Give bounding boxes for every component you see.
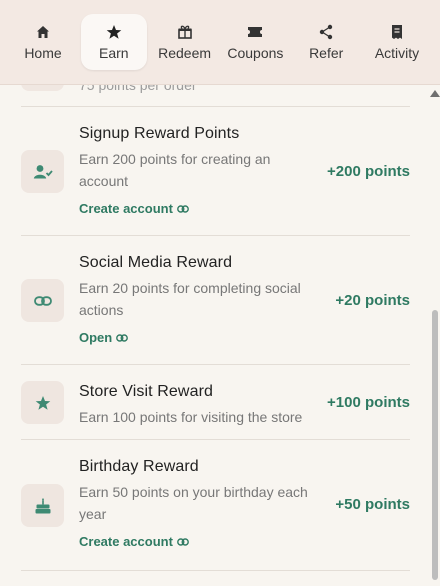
- star-icon: [106, 23, 122, 41]
- reward-title: Signup Reward Points: [79, 125, 240, 142]
- reward-points: +200 points: [327, 163, 410, 180]
- earn-list-inner: 75 points per order Signup Reward Points…: [21, 85, 410, 571]
- reward-description: Earn 50 points on your birthday each yea…: [79, 484, 308, 522]
- share-icon: [318, 23, 334, 41]
- create-account-link[interactable]: Create account: [79, 201, 309, 216]
- star-icon: [21, 381, 64, 424]
- reward-points: +50 points: [335, 496, 410, 513]
- scrollbar-thumb[interactable]: [432, 310, 438, 580]
- create-account-link[interactable]: Create account: [79, 534, 309, 549]
- reward-text-signup: Signup Reward Points Earn 200 points for…: [79, 124, 309, 216]
- reward-description: Earn 100 points for visiting the store: [79, 409, 303, 425]
- tab-refer[interactable]: Refer: [293, 14, 359, 70]
- tab-home-label: Home: [24, 45, 62, 61]
- tab-redeem-label: Redeem: [158, 45, 212, 61]
- link-icon: [116, 333, 129, 342]
- reward-points: +20 points: [335, 292, 410, 309]
- partial-reward-row: 75 points per order: [21, 85, 410, 107]
- user-check-icon: [21, 150, 64, 193]
- reward-text-birthday: Birthday Reward Earn 50 points on your b…: [79, 457, 309, 549]
- tab-redeem[interactable]: Redeem: [152, 14, 218, 70]
- cake-icon: [21, 484, 64, 527]
- reward-points: +100 points: [327, 394, 410, 411]
- coupon-icon: [247, 23, 263, 41]
- tab-coupons[interactable]: Coupons: [222, 14, 288, 70]
- link-label: Create account: [79, 534, 173, 549]
- tab-earn-label: Earn: [99, 45, 129, 61]
- link-icon: [177, 537, 189, 546]
- reward-title: Social Media Reward: [79, 254, 233, 271]
- home-icon: [36, 23, 50, 41]
- link-label: Open: [79, 330, 113, 345]
- tab-earn[interactable]: Earn: [80, 14, 147, 70]
- earn-list[interactable]: 75 points per order Signup Reward Points…: [0, 85, 440, 586]
- reward-text-store-visit: Store Visit Reward Earn 100 points for v…: [79, 382, 319, 428]
- partial-reward-description: 75 points per order: [79, 85, 197, 93]
- gift-icon: [177, 23, 193, 41]
- reward-row-signup: Signup Reward Points Earn 200 points for…: [21, 107, 410, 236]
- tab-activity-label: Activity: [374, 45, 420, 61]
- link-icon: [177, 204, 189, 213]
- reward-title: Store Visit Reward: [79, 383, 214, 400]
- reward-row-birthday: Birthday Reward Earn 50 points on your b…: [21, 440, 410, 571]
- tab-activity[interactable]: Activity: [364, 14, 430, 70]
- tab-home[interactable]: Home: [10, 14, 76, 70]
- reward-description: Earn 20 points for completing social act…: [79, 280, 301, 318]
- top-nav: Home Earn Redeem Coupons Refer Activity: [0, 0, 440, 85]
- reward-description: Earn 200 points for creating an account: [79, 151, 271, 189]
- reward-row-store-visit: Store Visit Reward Earn 100 points for v…: [21, 365, 410, 440]
- reward-row-social: Social Media Reward Earn 20 points for c…: [21, 236, 410, 365]
- link-icon: [21, 279, 64, 322]
- open-link[interactable]: Open: [79, 330, 309, 345]
- tab-coupons-label: Coupons: [227, 45, 284, 61]
- reward-text-social: Social Media Reward Earn 20 points for c…: [79, 253, 309, 345]
- receipt-icon: [390, 23, 404, 41]
- partial-reward-icon-tile: [21, 85, 64, 91]
- tab-refer-label: Refer: [309, 45, 344, 61]
- reward-title: Birthday Reward: [79, 458, 199, 475]
- link-label: Create account: [79, 201, 173, 216]
- scroll-up-arrow[interactable]: [430, 90, 440, 97]
